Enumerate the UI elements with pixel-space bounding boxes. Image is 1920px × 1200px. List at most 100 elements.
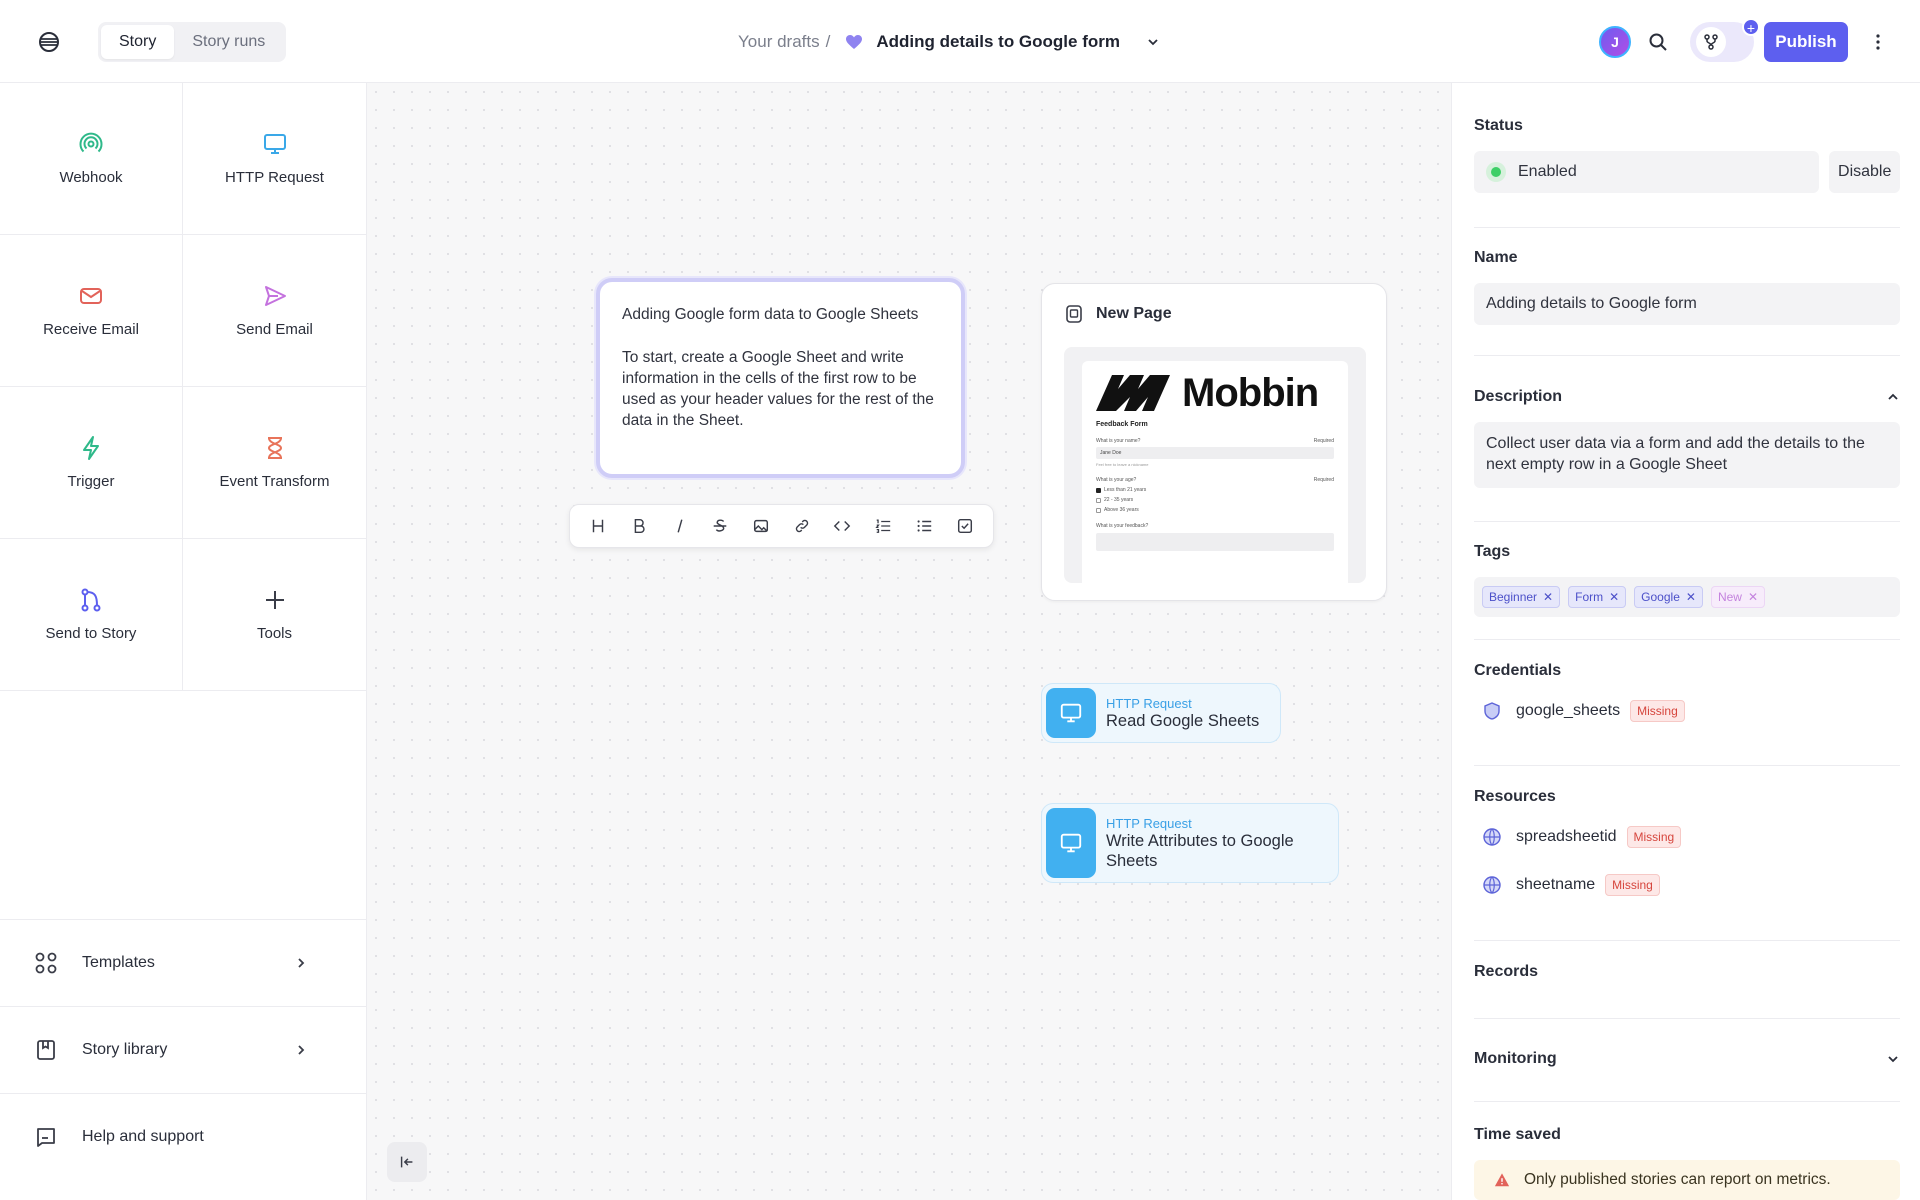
story-title[interactable]: Adding details to Google form [876,32,1120,52]
form-textarea [1096,533,1334,551]
tile-http-request[interactable]: HTTP Request [183,83,366,235]
page-node-title: New Page [1096,305,1172,322]
heading-icon[interactable] [588,516,608,536]
chevron-up-icon[interactable] [1886,390,1900,404]
breadcrumb-drafts-link[interactable]: Your drafts [738,32,820,52]
metrics-warning: Only published stories can report on met… [1474,1160,1900,1200]
tag-label: Form [1575,590,1604,604]
sticky-note[interactable]: Adding Google form data to Google Sheets… [596,278,965,478]
tile-event-transform[interactable]: Event Transform [183,387,366,539]
tile-send-to-story[interactable]: Send to Story [0,539,183,691]
chevron-down-icon[interactable] [1886,1052,1900,1066]
status-field: Enabled [1474,151,1820,193]
action-node-write-attributes[interactable]: HTTP Request Write Attributes to Google … [1041,803,1339,883]
close-icon[interactable]: ✕ [1543,590,1553,604]
tile-webhook[interactable]: Webhook [0,83,183,235]
status-section: Status Enabled Disable [1474,117,1900,193]
name-input[interactable]: Adding details to Google form [1474,283,1900,325]
description-input[interactable]: Collect user data via a form and add the… [1474,422,1900,488]
divider [1474,765,1900,766]
more-options-icon[interactable] [1868,30,1888,54]
globe-icon [1483,828,1501,846]
description-header[interactable]: Description [1474,388,1900,406]
chevron-down-icon[interactable] [1146,35,1160,49]
form-preview: Mobbin Feedback Form What is your name? … [1082,361,1348,583]
collapse-left-icon [400,1156,413,1168]
disable-button[interactable]: Disable [1829,151,1900,193]
collapse-sidebar-button[interactable] [387,1142,427,1182]
page-node[interactable]: New Page Mobbin Feedback Form What is yo… [1041,283,1387,601]
tile-receive-email[interactable]: Receive Email [0,235,183,387]
tile-label: Send Email [236,321,313,338]
story-canvas[interactable]: Adding Google form data to Google Sheets… [367,83,1451,1200]
resource-item[interactable]: spreadsheetid Missing [1474,824,1900,850]
form-title: Feedback Form [1096,421,1148,428]
credential-item[interactable]: google_sheets Missing [1474,698,1900,724]
code-icon[interactable] [832,516,852,536]
italic-icon[interactable] [670,516,690,536]
action-name: Read Google Sheets [1106,711,1260,730]
close-icon[interactable]: ✕ [1686,590,1696,604]
link-icon[interactable] [792,516,812,536]
avatar[interactable]: J [1599,26,1631,58]
divider [1474,355,1900,356]
monitoring-header[interactable]: Monitoring [1474,1050,1900,1068]
lightning-icon [83,436,99,460]
tile-send-email[interactable]: Send Email [183,235,366,387]
resource-item[interactable]: sheetname Missing [1474,872,1900,898]
sidebar-item-label: Templates [82,954,155,971]
note-format-toolbar [569,504,994,548]
grid-icon [35,952,57,974]
sidebar-item-help-and-support[interactable]: Help and support [0,1093,366,1180]
tag-chip[interactable]: Google ✕ [1634,586,1703,608]
bold-icon[interactable] [629,516,649,536]
tags-input[interactable]: Beginner ✕ Form ✕ Google ✕ New ✕ [1474,577,1900,617]
ordered-list-icon[interactable] [873,516,893,536]
strikethrough-icon[interactable] [710,516,730,536]
section-heading: Resources [1474,788,1556,805]
tile-trigger[interactable]: Trigger [0,387,183,539]
note-heading-text: Adding Google form data to Google Sheets [622,306,919,323]
form-help-text: Feel free to leave a nickname [1096,462,1149,467]
section-heading: Time saved [1474,1126,1561,1143]
option-label: Less than 21 years [1104,487,1147,493]
missing-badge: Missing [1626,826,1682,848]
section-heading: Credentials [1474,662,1562,679]
plus-icon [265,591,284,609]
tile-label: Webhook [59,169,123,186]
tile-tools[interactable]: Tools [183,539,366,691]
time-saved-section: Time saved Only published stories can re… [1474,1126,1900,1200]
new-tag-input[interactable]: New ✕ [1710,586,1766,608]
tab-story[interactable]: Story [101,25,175,59]
tab-story-runs[interactable]: Story runs [174,25,283,59]
action-tiles: Webhook HTTP Request Receive Email Send … [0,83,366,691]
form-question: What is your name? Required [1096,438,1334,444]
checkbox-icon[interactable] [955,516,975,536]
action-node-read-google-sheets[interactable]: HTTP Request Read Google Sheets [1041,683,1281,743]
sidebar-item-story-library[interactable]: Story library [0,1006,366,1093]
close-icon[interactable]: ✕ [1748,590,1758,604]
search-icon[interactable] [1647,31,1669,53]
sidebar-item-templates[interactable]: Templates [0,919,366,1006]
tag-label: Beginner [1489,590,1538,604]
tag-chip[interactable]: Beginner ✕ [1482,586,1561,608]
version-branch-button[interactable]: + [1690,18,1760,62]
action-type: HTTP Request [1106,695,1192,711]
app-logo-icon[interactable] [36,29,62,55]
page-preview: Mobbin Feedback Form What is your name? … [1064,347,1366,583]
tile-label: Trigger [67,473,115,490]
section-heading: Description [1474,388,1563,405]
close-icon[interactable]: ✕ [1609,590,1619,604]
form-option: Less than 21 years [1096,487,1334,493]
shield-icon [1484,702,1500,720]
warning-text: Only published stories can report on met… [1524,1171,1831,1188]
publish-button[interactable]: Publish [1764,22,1848,62]
image-icon[interactable] [751,516,771,536]
bullet-list-icon[interactable] [914,516,934,536]
credentials-section: Credentials google_sheets Missing [1474,662,1900,724]
tag-chip[interactable]: Form ✕ [1568,586,1627,608]
form-question: What is your age? Required [1096,477,1334,483]
action-type: HTTP Request [1106,815,1192,831]
missing-badge: Missing [1630,700,1685,722]
monitoring-section: Monitoring [1474,1050,1900,1068]
